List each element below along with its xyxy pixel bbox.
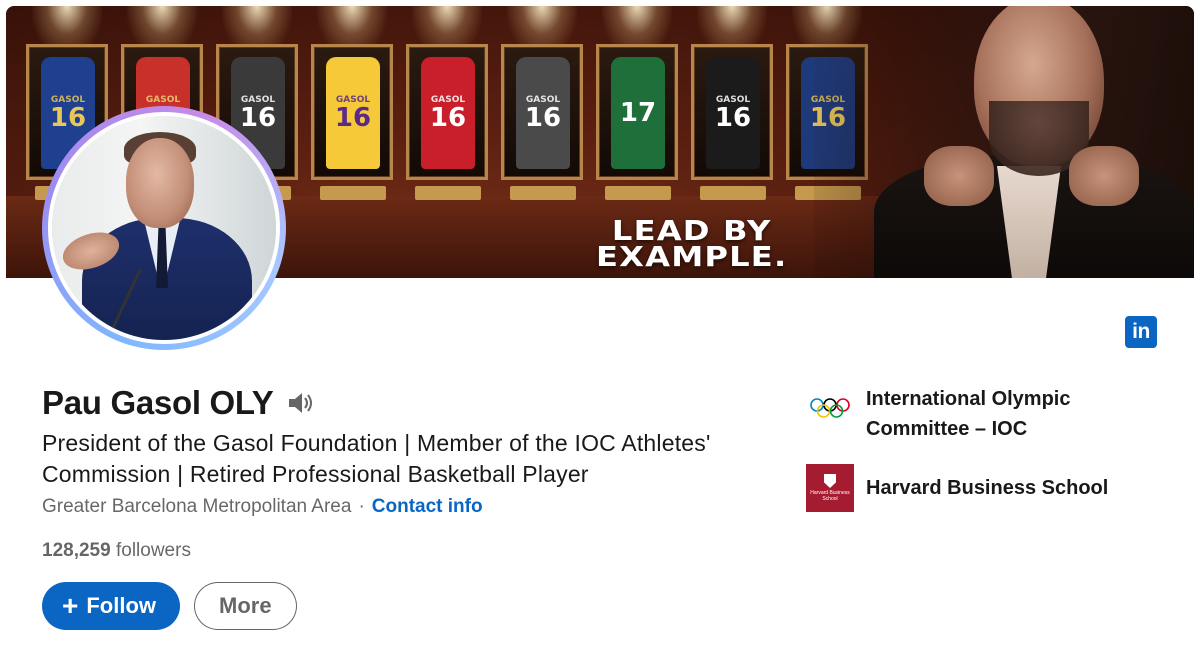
location-row: Greater Barcelona Metropolitan Area · Co… xyxy=(42,496,483,518)
banner-tagline: LEAD BY EXAMPLE. xyxy=(596,214,788,273)
jersey: GASOL16 xyxy=(326,57,380,169)
jersey-number: 16 xyxy=(524,103,562,133)
jersey-name: GASOL xyxy=(240,95,276,105)
profile-name: Pau Gasol OLY xyxy=(42,384,274,421)
jersey-plaque xyxy=(700,186,766,200)
jersey-number: 16 xyxy=(334,103,372,133)
contact-info-link[interactable]: Contact info xyxy=(372,496,483,518)
plus-icon: + xyxy=(62,590,79,621)
follow-button[interactable]: + Follow xyxy=(42,582,181,630)
org-harvard[interactable]: Harvard Business School Harvard Business… xyxy=(806,464,1166,512)
more-button-label: More xyxy=(219,593,272,618)
jersey-name: GASOL xyxy=(715,95,751,105)
profile-location: Greater Barcelona Metropolitan Area xyxy=(42,496,352,517)
speaker-icon[interactable] xyxy=(285,388,317,418)
banner-portrait-hand xyxy=(1069,146,1139,206)
jersey-number: 16 xyxy=(714,103,752,133)
followers-number: 128,259 xyxy=(42,540,111,561)
followers-count: 128,259 followers xyxy=(42,540,191,562)
separator-dot: · xyxy=(358,496,365,517)
jersey: GASOL16 xyxy=(516,57,570,169)
jersey-plaque xyxy=(510,186,576,200)
jersey-name: GASOL xyxy=(525,95,561,105)
org-harvard-name: Harvard Business School xyxy=(866,477,1109,499)
jersey-name: GASOL xyxy=(335,95,371,105)
jersey-plaque xyxy=(605,186,671,200)
avatar-ring[interactable] xyxy=(42,106,286,350)
olympic-rings-icon xyxy=(806,384,854,432)
org-ioc[interactable]: International Olympic Committee – IOC xyxy=(806,384,1166,444)
jersey: 17 xyxy=(611,57,665,169)
jersey-number: 17 xyxy=(619,98,657,128)
banner-portrait-hand xyxy=(924,146,994,206)
jersey-plaque xyxy=(415,186,481,200)
profile-headline: President of the Gasol Foundation | Memb… xyxy=(42,430,711,487)
avatar[interactable] xyxy=(48,112,280,344)
harvard-logo-text: Harvard Business School xyxy=(810,490,850,502)
org-ioc-name: International Olympic Committee – IOC xyxy=(866,388,1071,440)
profile-actions: + Follow More xyxy=(42,582,297,630)
jersey-frame: GASOL16 xyxy=(311,44,393,180)
jersey-frame: 17 xyxy=(596,44,678,180)
more-button[interactable]: More xyxy=(194,582,297,630)
followers-label: followers xyxy=(115,540,191,561)
jersey-name: GASOL xyxy=(50,95,86,105)
harvard-logo: Harvard Business School xyxy=(806,464,854,512)
jersey-name: GASOL xyxy=(145,95,181,105)
jersey: GASOL16 xyxy=(706,57,760,169)
jersey-frame: GASOL16 xyxy=(501,44,583,180)
jersey-frame: GASOL16 xyxy=(406,44,488,180)
jersey-name: GASOL xyxy=(430,95,466,105)
jersey-frame: GASOL16 xyxy=(691,44,773,180)
profile-orgs: International Olympic Committee – IOC Ha… xyxy=(806,384,1166,512)
jersey: GASOL16 xyxy=(421,57,475,169)
harvard-shield-icon xyxy=(824,474,836,488)
banner-portrait xyxy=(814,6,1194,278)
jersey-number: 16 xyxy=(429,103,467,133)
profile-card: GASOL16GASOL4GASOL16GASOL16GASOL16GASOL1… xyxy=(0,0,1200,649)
follow-button-label: Follow xyxy=(86,593,157,618)
jersey-plaque xyxy=(320,186,386,200)
name-row: Pau Gasol OLY xyxy=(42,384,317,422)
linkedin-icon[interactable]: in xyxy=(1125,316,1157,348)
avatar-face xyxy=(126,138,194,228)
